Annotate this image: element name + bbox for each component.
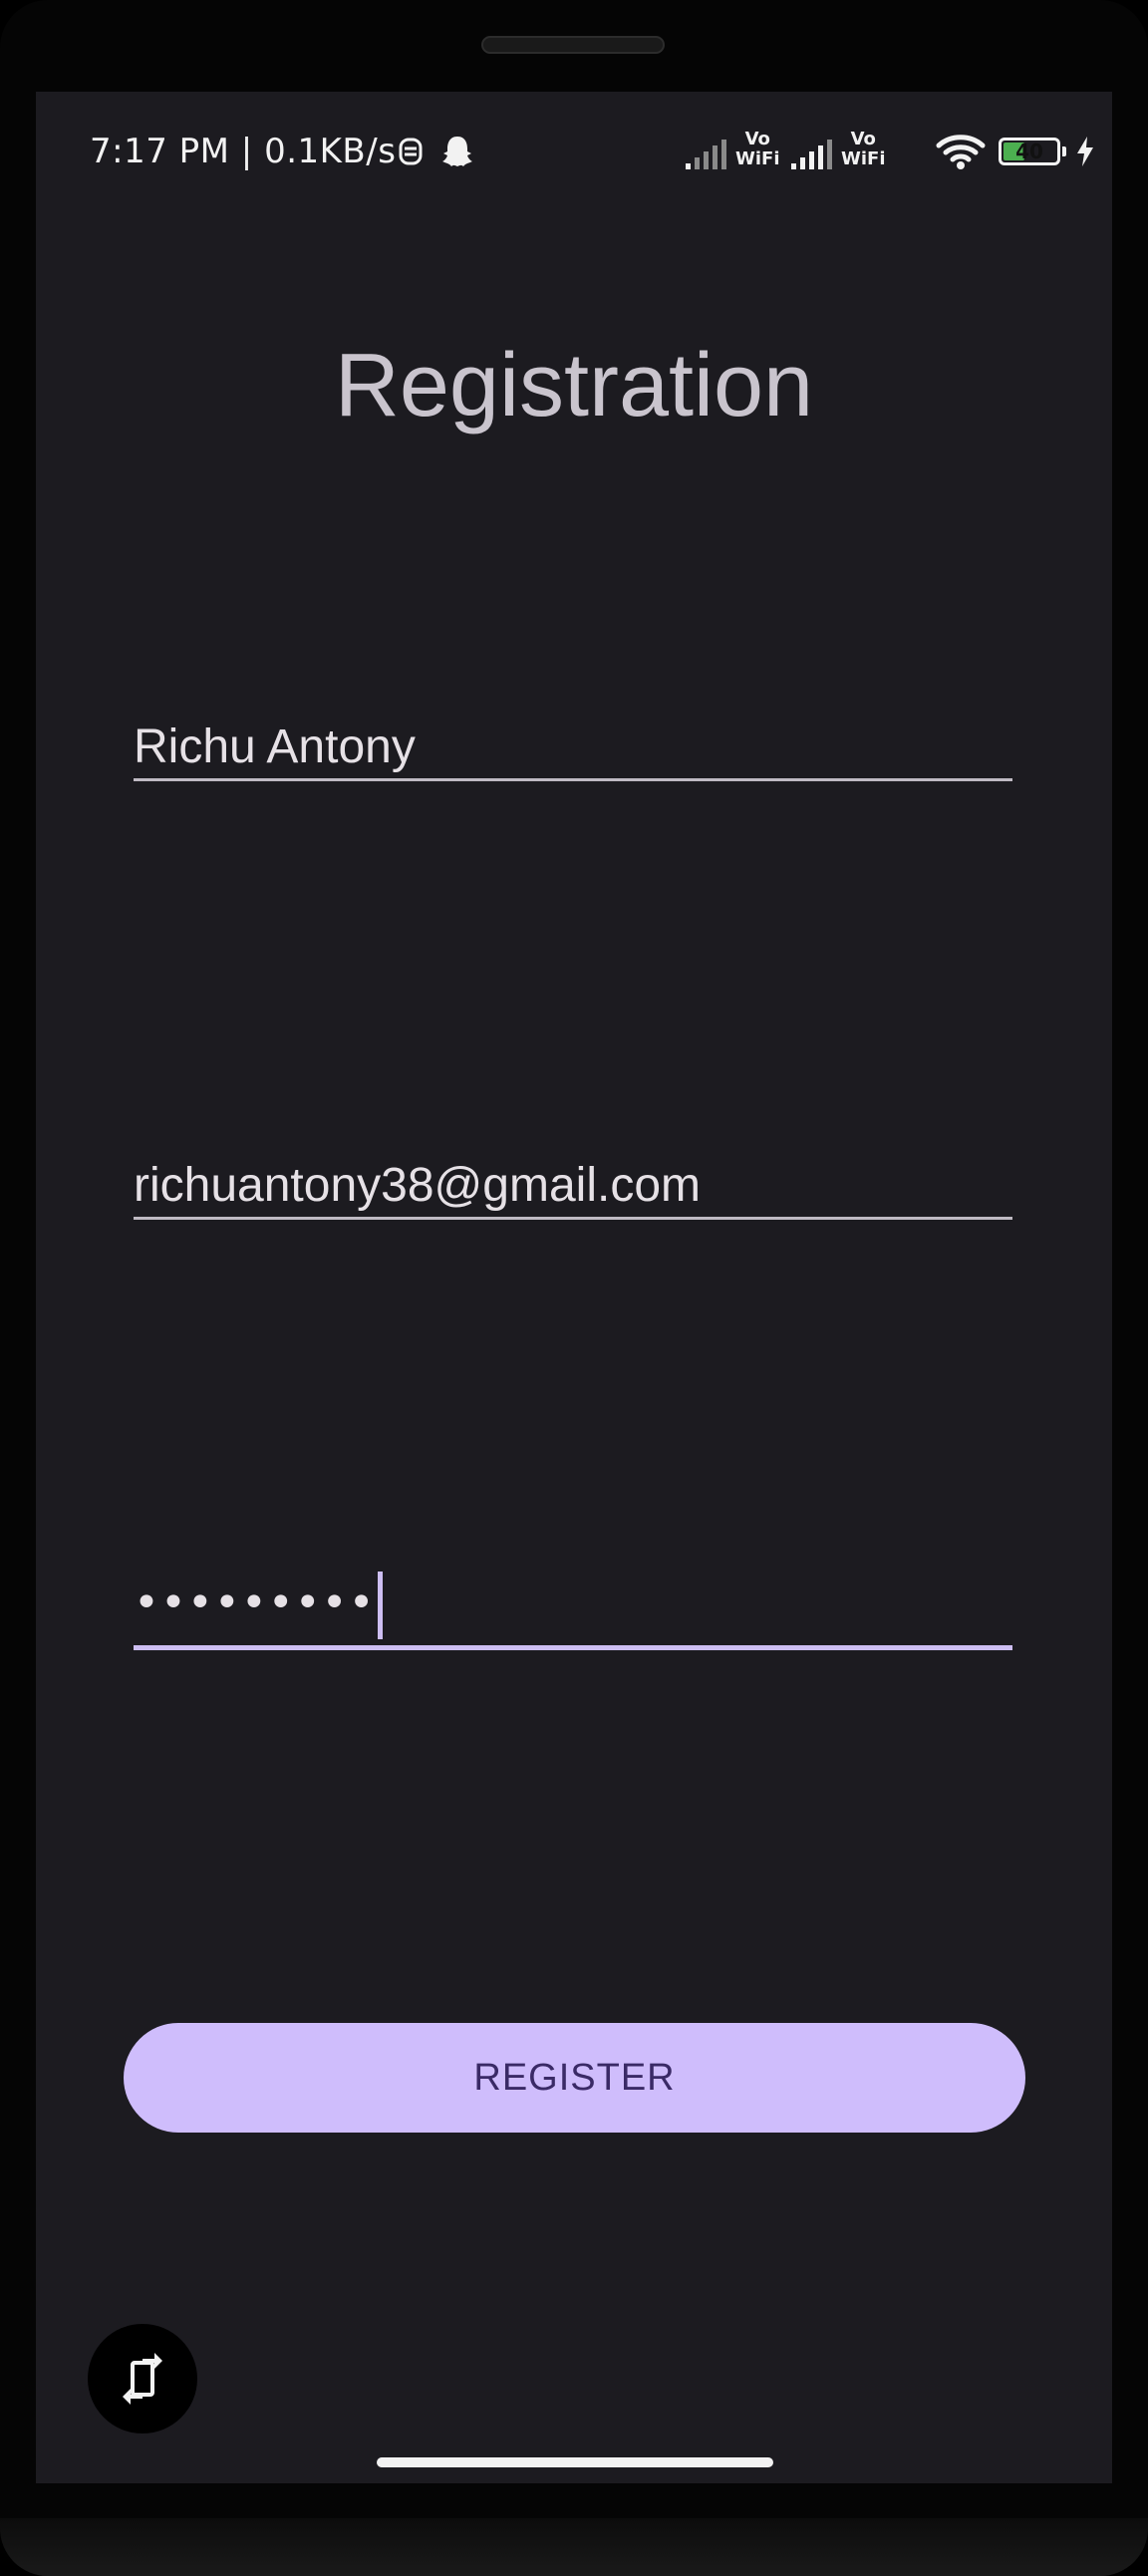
- charging-bolt-icon: [1077, 137, 1093, 166]
- register-button[interactable]: REGISTER: [124, 2023, 1025, 2133]
- name-field[interactable]: [134, 702, 1012, 781]
- phone-screen: 7:17 PM | 0.1KB/s Vo WiFi Vo WiFi 40 Reg…: [36, 92, 1112, 2483]
- vowifi-bottom-text: WiFi: [841, 148, 886, 169]
- snapchat-ghost-icon: [442, 137, 472, 166]
- vowifi-label-1: Vo WiFi: [735, 130, 780, 169]
- notification-app-icon: [399, 138, 423, 165]
- status-time: 7:17 PM | 0.1KB/s: [90, 132, 397, 171]
- bottom-bezel: [0, 2518, 1148, 2576]
- device-frame: 7:17 PM | 0.1KB/s Vo WiFi Vo WiFi 40 Reg…: [0, 0, 1148, 2576]
- status-notification-icons: [396, 134, 475, 169]
- vowifi-bottom-text: WiFi: [735, 148, 780, 169]
- page-title: Registration: [334, 336, 814, 435]
- password-input[interactable]: •••••••••: [134, 1572, 383, 1639]
- email-field[interactable]: [134, 1140, 1012, 1220]
- battery-cap: [1062, 146, 1066, 156]
- vowifi-label-2: Vo WiFi: [841, 130, 886, 169]
- name-input[interactable]: [134, 719, 1012, 774]
- signal-icon: [686, 140, 726, 169]
- text-cursor: [377, 1572, 383, 1639]
- home-gesture-bar[interactable]: [377, 2457, 773, 2467]
- password-mask: •••••••••: [134, 1577, 376, 1628]
- earpiece-speaker: [481, 36, 665, 54]
- email-input[interactable]: [134, 1158, 1012, 1213]
- battery-icon: 40: [999, 138, 1060, 165]
- status-system-icons: Vo WiFi Vo WiFi 40: [684, 130, 1102, 173]
- battery-level-text: 40: [1015, 140, 1043, 163]
- signal-icon: [791, 140, 832, 169]
- vowifi-top-text: Vo: [850, 129, 876, 149]
- rotate-screen-button[interactable]: [88, 2324, 197, 2433]
- password-field[interactable]: •••••••••: [134, 1571, 1012, 1650]
- wifi-icon: [936, 135, 986, 169]
- vowifi-top-text: Vo: [744, 129, 770, 149]
- screen-rotate-icon: [123, 2353, 162, 2405]
- status-bar: 7:17 PM | 0.1KB/s Vo WiFi Vo WiFi 40: [36, 92, 1112, 171]
